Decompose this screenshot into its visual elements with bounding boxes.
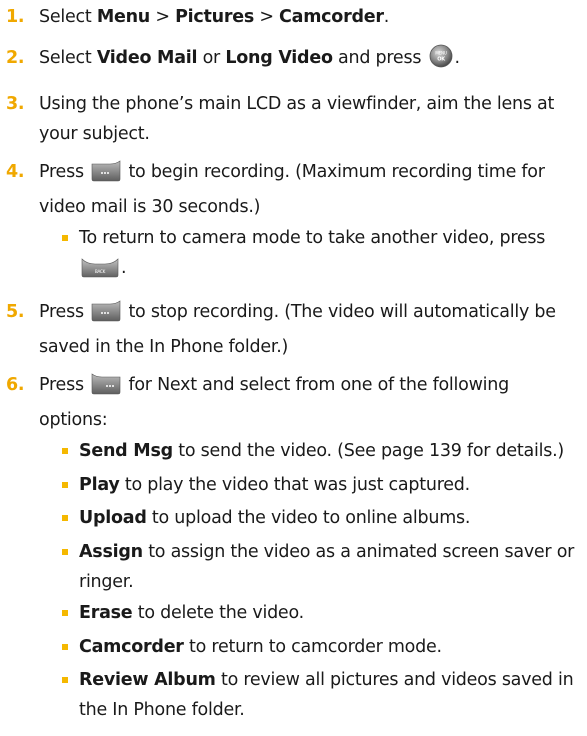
step-text: Select Menu > Pictures > Camcorder. [39, 7, 390, 27]
option-review-album: Review Album to review all pictures and … [62, 665, 581, 725]
left-softkey-icon [91, 160, 121, 192]
menu-ok-key-icon: MENU OK [429, 44, 453, 78]
step-5: 5. Press to stop recording. (The video w… [6, 297, 581, 362]
back-key-icon: BACK [81, 256, 119, 288]
option-text: Send Msg to send the video. (See page 13… [79, 441, 564, 462]
instruction-page: 1. Select Menu > Pictures > Camcorder. 2… [0, 0, 587, 736]
option-label: Review Album [79, 670, 216, 691]
step-text: Press to begin recording. (Maximum recor… [39, 160, 545, 218]
option-label: Camcorder [79, 636, 184, 657]
step-1: 1. Select Menu > Pictures > Camcorder. [6, 2, 581, 32]
step-text: Using the phone’s main LCD as a viewfind… [39, 93, 555, 144]
option-label: Send Msg [79, 441, 173, 462]
step-number: 5. [6, 301, 25, 322]
option-label: Assign [79, 541, 143, 562]
option-label: Upload [79, 508, 147, 529]
step-number: 2. [6, 47, 25, 68]
bullet-marker [62, 481, 68, 488]
step-6: 6. Press for Next and select from one of… [6, 370, 581, 435]
option-camcorder: Camcorder to return to camcorder mode. [62, 632, 581, 662]
step-number: 3. [6, 93, 25, 114]
bullet-marker [62, 515, 68, 522]
option-text: Erase to delete the video. [79, 603, 304, 624]
step-text: Press to stop recording. (The video will… [39, 300, 556, 357]
bullet-marker [62, 448, 68, 455]
menu-option: Long Video [225, 47, 333, 68]
step-4-subitem: To return to camera mode to take another… [62, 223, 581, 288]
right-softkey-icon [91, 373, 121, 405]
step-3: 3. Using the phone’s main LCD as a viewf… [6, 89, 581, 149]
option-label: Play [79, 474, 120, 495]
menu-path-item: Pictures [175, 7, 254, 27]
step-number: 1. [6, 7, 25, 27]
left-softkey-icon [91, 300, 121, 332]
bullet-marker [62, 235, 68, 242]
option-play: Play to play the video that was just cap… [62, 470, 581, 500]
step-number: 4. [6, 162, 25, 183]
menu-path-item: Menu [96, 7, 151, 27]
bullet-marker [62, 610, 68, 617]
svg-text:MENU: MENU [435, 50, 447, 55]
option-upload: Upload to upload the video to online alb… [62, 503, 581, 533]
option-text: Upload to upload the video to online alb… [79, 508, 471, 529]
step-4: 4. Press to begin recording. (Maximum re… [6, 157, 581, 222]
subitem-text: To return to camera mode to take another… [79, 223, 581, 288]
option-text: Review Album to review all pictures and … [79, 670, 574, 721]
step-number: 6. [6, 375, 25, 396]
option-erase: Erase to delete the video. [62, 598, 581, 628]
option-text: Camcorder to return to camcorder mode. [79, 636, 442, 657]
bullet-marker [62, 548, 68, 555]
bullet-marker [62, 643, 68, 650]
option-label: Erase [79, 603, 133, 624]
step-text: Press for Next and select from one of th… [39, 373, 509, 431]
svg-text:BACK: BACK [95, 269, 106, 274]
option-text: Assign to assign the video as a animated… [79, 541, 575, 592]
step-2: 2. Select Video Mail or Long Video and p… [6, 43, 581, 78]
menu-path-item: Camcorder [279, 7, 384, 27]
step-text: Select Video Mail or Long Video and pres… [39, 43, 581, 78]
option-send-msg: Send Msg to send the video. (See page 13… [62, 436, 581, 466]
bullet-marker [62, 677, 68, 684]
menu-option: Video Mail [96, 47, 198, 68]
option-text: Play to play the video that was just cap… [79, 474, 470, 495]
option-assign: Assign to assign the video as a animated… [62, 537, 581, 597]
